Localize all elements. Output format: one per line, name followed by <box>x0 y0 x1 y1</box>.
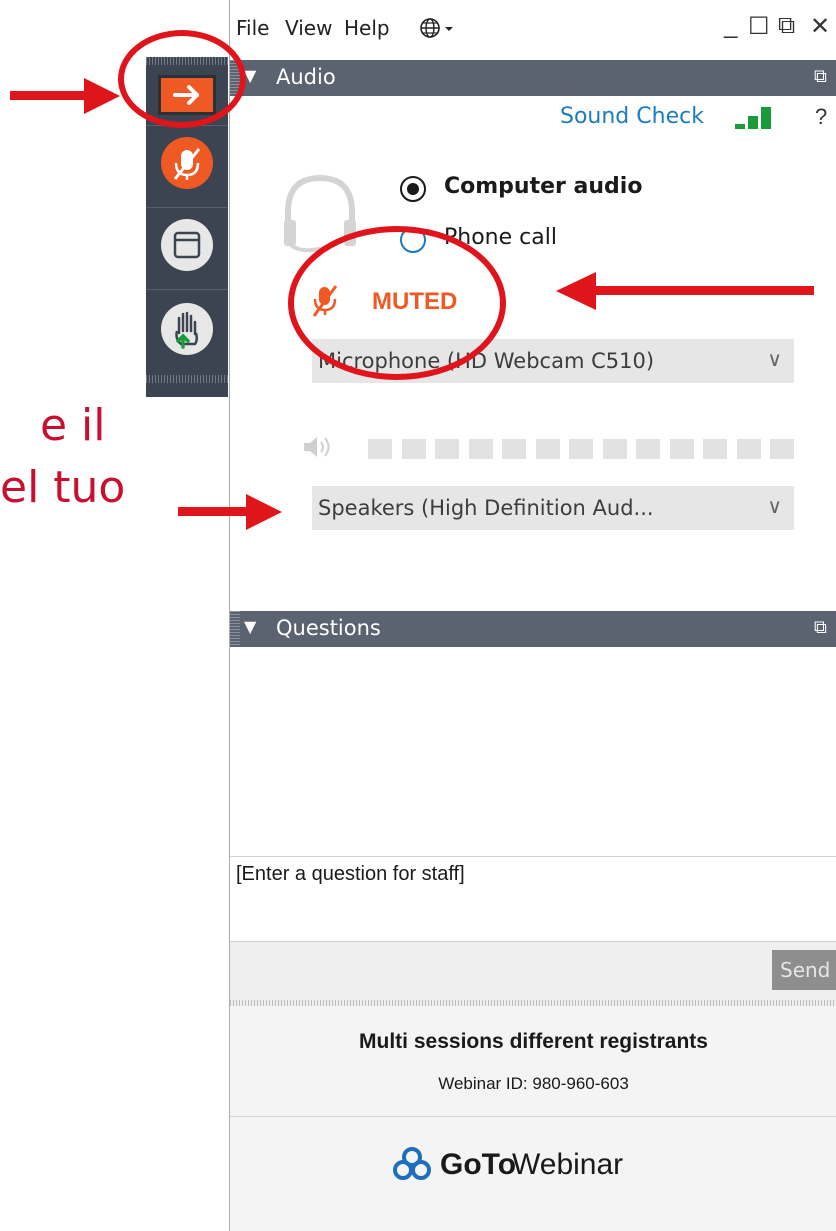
gotowebinar-flower-icon <box>393 1147 431 1180</box>
webinar-id: Webinar ID: 980-960-603 <box>438 1074 629 1093</box>
menu-file[interactable]: File <box>236 16 269 40</box>
annotation-text-line2: el tuo <box>0 462 126 513</box>
level-segment <box>770 439 794 459</box>
collapse-triangle-icon[interactable]: ▼ <box>244 617 256 636</box>
footer: Multi sessions different registrants Web… <box>230 1006 836 1231</box>
window-view-button[interactable] <box>161 219 213 271</box>
question-input[interactable]: [Enter a question for staff] <box>230 856 836 942</box>
globe-icon <box>420 18 453 38</box>
annotation-text-line1: e il <box>40 400 106 451</box>
send-button[interactable]: Send <box>772 950 836 990</box>
computer-audio-radio[interactable] <box>398 174 428 204</box>
speaker-volume-icon <box>302 432 334 462</box>
chevron-down-icon: ∨ <box>767 347 782 371</box>
level-segment <box>401 439 426 459</box>
audio-panel-title: Audio <box>276 65 336 89</box>
raise-hand-button[interactable] <box>161 303 213 355</box>
annotation-circle-toolbar <box>118 30 246 128</box>
level-segment <box>502 439 526 459</box>
chevron-down-icon: ∨ <box>767 494 782 518</box>
sound-check-link[interactable]: Sound Check <box>560 104 704 129</box>
computer-audio-label[interactable]: Computer audio <box>444 174 642 199</box>
menu-view[interactable]: View <box>285 16 332 40</box>
close-button[interactable]: ✕ <box>810 12 830 41</box>
send-bar: Send <box>230 942 836 1000</box>
muted-mic-icon <box>173 148 201 180</box>
menu-help[interactable]: Help <box>344 16 390 40</box>
maximize-button[interactable]: ☐ <box>748 12 770 41</box>
level-segment <box>602 439 627 459</box>
brand-goto: GoTo <box>440 1148 517 1181</box>
webinar-title: Multi sessions different registrants <box>359 1030 708 1053</box>
audio-panel-header[interactable]: ▼ Audio ⧉ <box>230 60 836 96</box>
brand-webinar: Webinar <box>512 1148 624 1181</box>
mute-toggle-button[interactable] <box>161 137 213 189</box>
level-segment <box>535 439 560 459</box>
level-segment <box>636 439 660 459</box>
level-segment <box>468 439 493 459</box>
question-input-placeholder: [Enter a question for staff] <box>236 863 465 885</box>
level-segment <box>435 439 459 459</box>
language-button[interactable] <box>418 16 458 40</box>
raise-hand-icon <box>175 311 199 349</box>
level-segment <box>368 439 392 459</box>
toolbar-grip-bottom[interactable] <box>146 375 228 383</box>
speakers-dropdown[interactable]: Speakers (High Definition Aud... ∨ <box>312 486 794 530</box>
window-icon <box>173 231 201 259</box>
level-segment <box>669 439 694 459</box>
questions-panel-header[interactable]: ▼ Questions ⧉ <box>230 611 836 647</box>
level-segment <box>736 439 761 459</box>
minimize-button[interactable]: _ <box>724 12 737 40</box>
level-segment <box>569 439 593 459</box>
signal-bars-icon <box>735 106 773 130</box>
restore-button[interactable]: ⧉ <box>778 12 795 40</box>
speakers-value: Speakers (High Definition Aud... <box>318 496 654 520</box>
gotowebinar-logo: GoTo Webinar <box>390 1142 690 1192</box>
help-icon[interactable]: ? <box>815 104 827 130</box>
annotation-circle-muted <box>288 226 506 380</box>
popout-icon[interactable]: ⧉ <box>814 66 827 87</box>
questions-log[interactable] <box>230 647 836 855</box>
popout-icon[interactable]: ⧉ <box>814 617 827 638</box>
questions-panel-title: Questions <box>276 616 381 640</box>
level-segment <box>703 439 727 459</box>
annotation-arrow-toolbar <box>10 78 120 114</box>
main-window: File View Help _ ☐ ⧉ ✕ ▼ Audio ⧉ Sound C… <box>229 0 836 1231</box>
